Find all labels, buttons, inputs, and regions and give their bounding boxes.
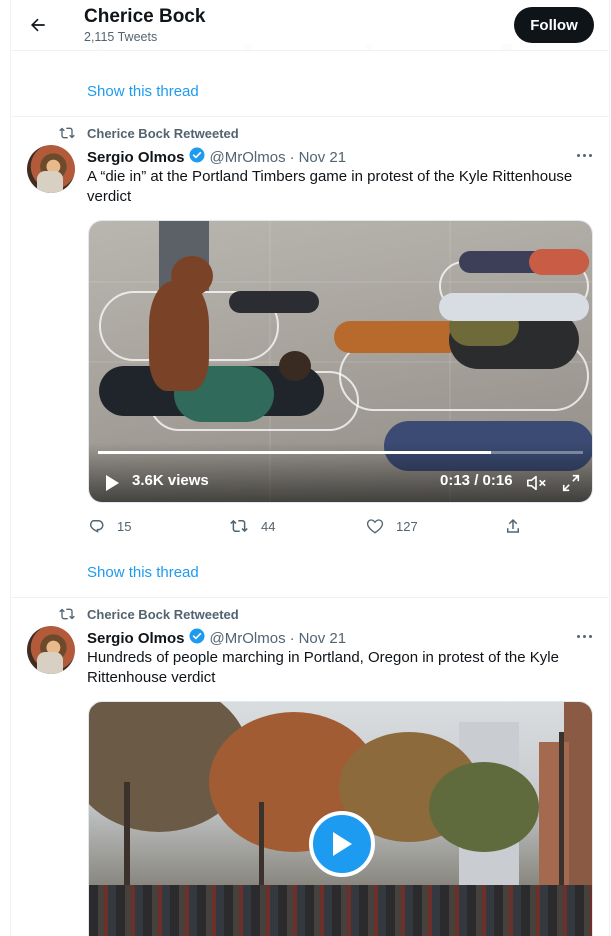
author-handle[interactable]: @MrOlmos — [210, 630, 286, 647]
tweet-count: 2,115 Tweets — [84, 30, 158, 44]
crowd — [89, 885, 592, 936]
tweet-date[interactable]: Nov 21 — [299, 630, 347, 647]
follow-button[interactable]: Follow — [514, 7, 594, 43]
verified-badge-icon — [188, 627, 206, 649]
heart-icon — [366, 519, 384, 534]
author-name[interactable]: Sergio Olmos — [87, 149, 185, 166]
retweeted-by-label: Cherice Bock Retweeted — [87, 125, 239, 141]
profile-name: Cherice Bock — [84, 6, 206, 27]
retweet-count: 44 — [261, 518, 276, 534]
tweet-video[interactable]: 3.6K views 0:13 / 0:16 — [88, 220, 593, 503]
profile-header: Cherice Bock 2,115 Tweets Follow — [11, 0, 609, 51]
tweet-actions: 15 44 127 — [87, 517, 527, 537]
back-arrow-icon[interactable] — [25, 12, 51, 38]
retweet-icon — [59, 608, 75, 620]
fullscreen-icon[interactable] — [561, 473, 581, 498]
separator-dot: · — [289, 629, 295, 647]
retweet-context[interactable]: Cherice Bock Retweeted — [59, 125, 239, 141]
profile-timeline: Cherice Bock 2,115 Tweets Follow Show th… — [10, 0, 610, 936]
share-button[interactable] — [504, 517, 534, 535]
dog — [149, 281, 209, 391]
more-options-icon[interactable] — [573, 628, 595, 644]
avatar[interactable] — [27, 626, 75, 674]
show-thread-link[interactable]: Show this thread — [87, 564, 199, 581]
mute-icon[interactable] — [525, 473, 547, 498]
separator-dot: · — [289, 148, 295, 166]
retweet-icon — [59, 127, 75, 139]
retweet-context[interactable]: Cherice Bock Retweeted — [59, 606, 239, 622]
tweet-text: A “die in” at the Portland Timbers game … — [87, 168, 573, 205]
share-icon — [507, 518, 519, 533]
video-progress-bar[interactable] — [98, 451, 583, 454]
retweeted-by-label: Cherice Bock Retweeted — [87, 606, 239, 622]
tweet-author-line: Sergio Olmos @MrOlmos · Nov 21 — [87, 146, 346, 168]
tweet-text: Hundreds of people marching in Portland,… — [87, 649, 559, 686]
reply-icon — [90, 520, 104, 533]
tweet-author-line: Sergio Olmos @MrOlmos · Nov 21 — [87, 627, 346, 649]
more-options-icon[interactable] — [573, 147, 595, 163]
author-name[interactable]: Sergio Olmos — [87, 630, 185, 647]
show-thread-link[interactable]: Show this thread — [87, 83, 199, 100]
author-handle[interactable]: @MrOlmos — [210, 149, 286, 166]
divider — [11, 597, 609, 598]
video-time: 0:13 / 0:16 — [440, 472, 513, 489]
retweet-button[interactable]: 44 — [229, 517, 275, 535]
divider — [11, 116, 609, 117]
reply-count: 15 — [117, 518, 132, 534]
verified-badge-icon — [188, 146, 206, 168]
avatar[interactable] — [27, 145, 75, 193]
like-button[interactable]: 127 — [366, 517, 418, 535]
like-count: 127 — [396, 518, 418, 534]
play-button-icon[interactable] — [309, 811, 375, 877]
tweet-date[interactable]: Nov 21 — [299, 149, 347, 166]
play-icon[interactable] — [104, 474, 120, 497]
retweet-icon — [230, 519, 248, 533]
video-progress-fill — [98, 451, 491, 454]
video-views: 3.6K views — [132, 472, 209, 489]
reply-button[interactable]: 15 — [87, 517, 131, 535]
tweet-video[interactable] — [88, 701, 593, 936]
